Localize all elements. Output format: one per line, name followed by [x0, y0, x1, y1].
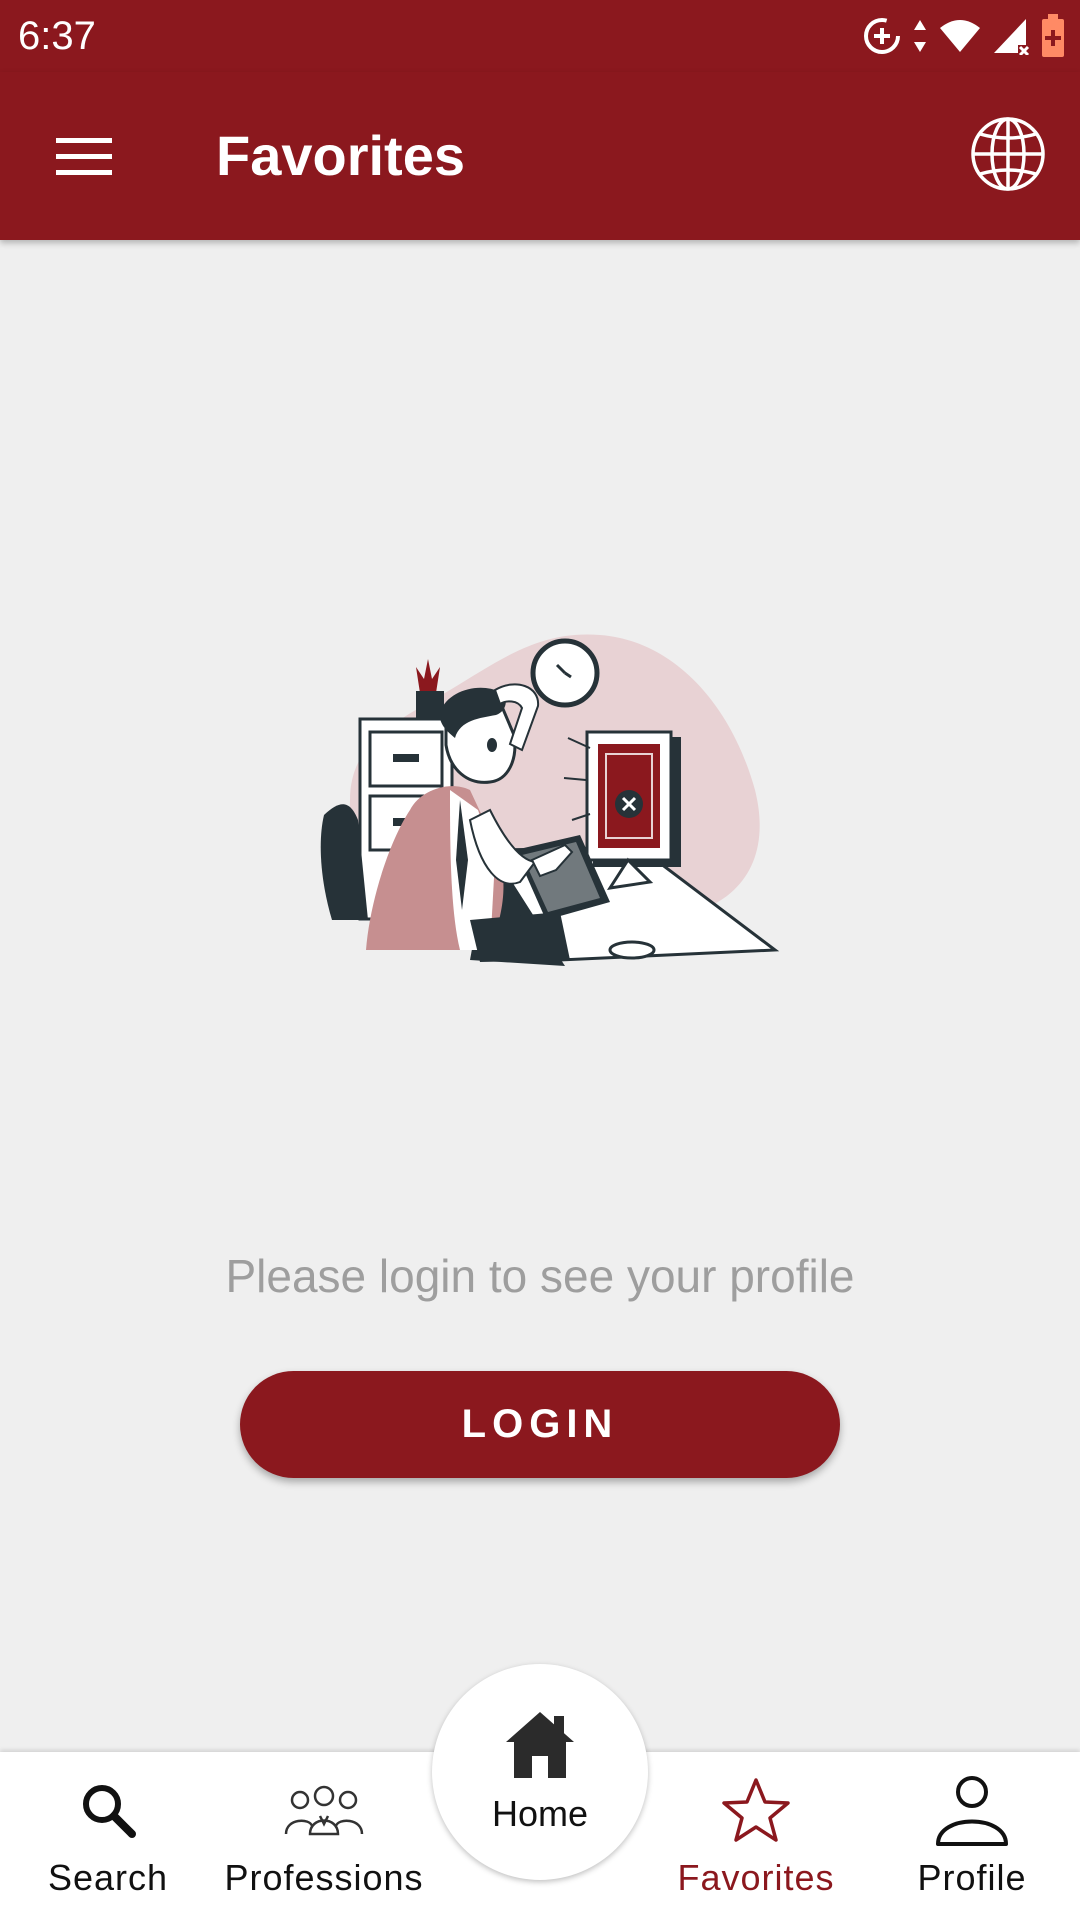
wifi-icon	[940, 20, 980, 52]
language-button[interactable]	[968, 114, 1048, 194]
hamburger-menu-icon	[56, 138, 112, 175]
nav-item-search[interactable]: Search	[0, 1752, 216, 1920]
nav-item-label: Favorites	[677, 1857, 835, 1898]
frustrated-user-illustration	[310, 620, 780, 980]
nav-item-professions[interactable]: Professions	[216, 1752, 432, 1920]
login-button[interactable]: LOGIN	[240, 1371, 840, 1478]
people-group-icon	[284, 1785, 364, 1836]
data-arrows-icon	[914, 20, 926, 52]
data-saver-icon	[864, 18, 900, 54]
page-title: Favorites	[216, 124, 465, 187]
nav-item-label: Search	[47, 1857, 169, 1898]
star-icon	[722, 1778, 790, 1842]
nav-item-profile[interactable]: Profile	[864, 1752, 1080, 1920]
login-prompt-message: Please login to see your profile	[225, 1250, 855, 1302]
home-icon	[506, 1712, 574, 1778]
nav-item-label: Professions	[224, 1857, 424, 1898]
status-time: 6:37	[18, 14, 96, 58]
menu-button[interactable]	[40, 116, 130, 196]
battery-icon	[1042, 14, 1064, 57]
nav-item-label: Profile	[917, 1857, 1027, 1898]
nav-item-home[interactable]: Home	[432, 1664, 648, 1880]
status-icons	[862, 14, 1066, 58]
search-icon	[83, 1785, 136, 1838]
person-icon	[936, 1776, 1008, 1846]
cell-signal-icon	[994, 19, 1030, 55]
status-bar: 6:37	[0, 0, 1080, 72]
nav-item-label: Home	[491, 1793, 589, 1834]
nav-item-favorites[interactable]: Favorites	[648, 1752, 864, 1920]
globe-icon	[971, 117, 1045, 191]
app-bar: Favorites	[0, 72, 1080, 240]
